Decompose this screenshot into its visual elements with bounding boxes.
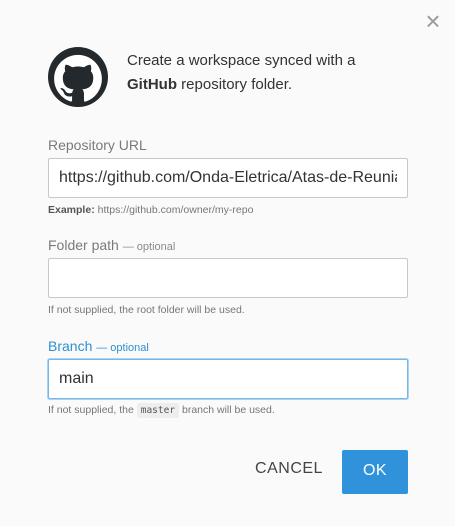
github-workspace-dialog: × Create a workspace synced with a GitHu… [0,0,455,526]
branch-hint: If not supplied, the master branch will … [48,403,275,418]
repo-url-hint-text: https://github.com/owner/my-repo [94,204,254,216]
repo-url-input[interactable] [48,158,408,198]
repo-url-hint: Example: https://github.com/owner/my-rep… [48,204,253,216]
branch-hint-suffix: branch will be used. [179,404,275,416]
folder-path-optional: — optional [122,241,176,253]
branch-hint-prefix: If not supplied, the [48,404,137,416]
repo-url-label: Repository URL [48,137,147,153]
ok-button[interactable]: OK [342,450,408,494]
repo-url-label-text: Repository URL [48,137,147,153]
dialog-header: Create a workspace synced with a GitHub … [48,47,408,107]
header-line2: repository folder. [177,76,293,93]
header-brand: GitHub [127,76,177,93]
folder-path-label: Folder path — optional [48,237,175,253]
branch-label-text: Branch [48,338,93,354]
cancel-button[interactable]: CANCEL [250,460,328,484]
folder-path-input[interactable] [48,258,408,298]
header-line1: Create a workspace synced with a [127,52,356,69]
folder-path-label-text: Folder path [48,237,119,253]
folder-path-hint: If not supplied, the root folder will be… [48,304,245,316]
branch-optional: — optional [96,342,149,354]
close-icon[interactable]: × [423,8,443,34]
branch-hint-code: master [136,403,180,418]
github-icon [48,47,108,107]
branch-input[interactable] [48,359,408,399]
branch-label: Branch — optional [48,338,149,354]
header-description: Create a workspace synced with a GitHub … [127,49,407,97]
repo-url-hint-label: Example: [48,204,95,216]
